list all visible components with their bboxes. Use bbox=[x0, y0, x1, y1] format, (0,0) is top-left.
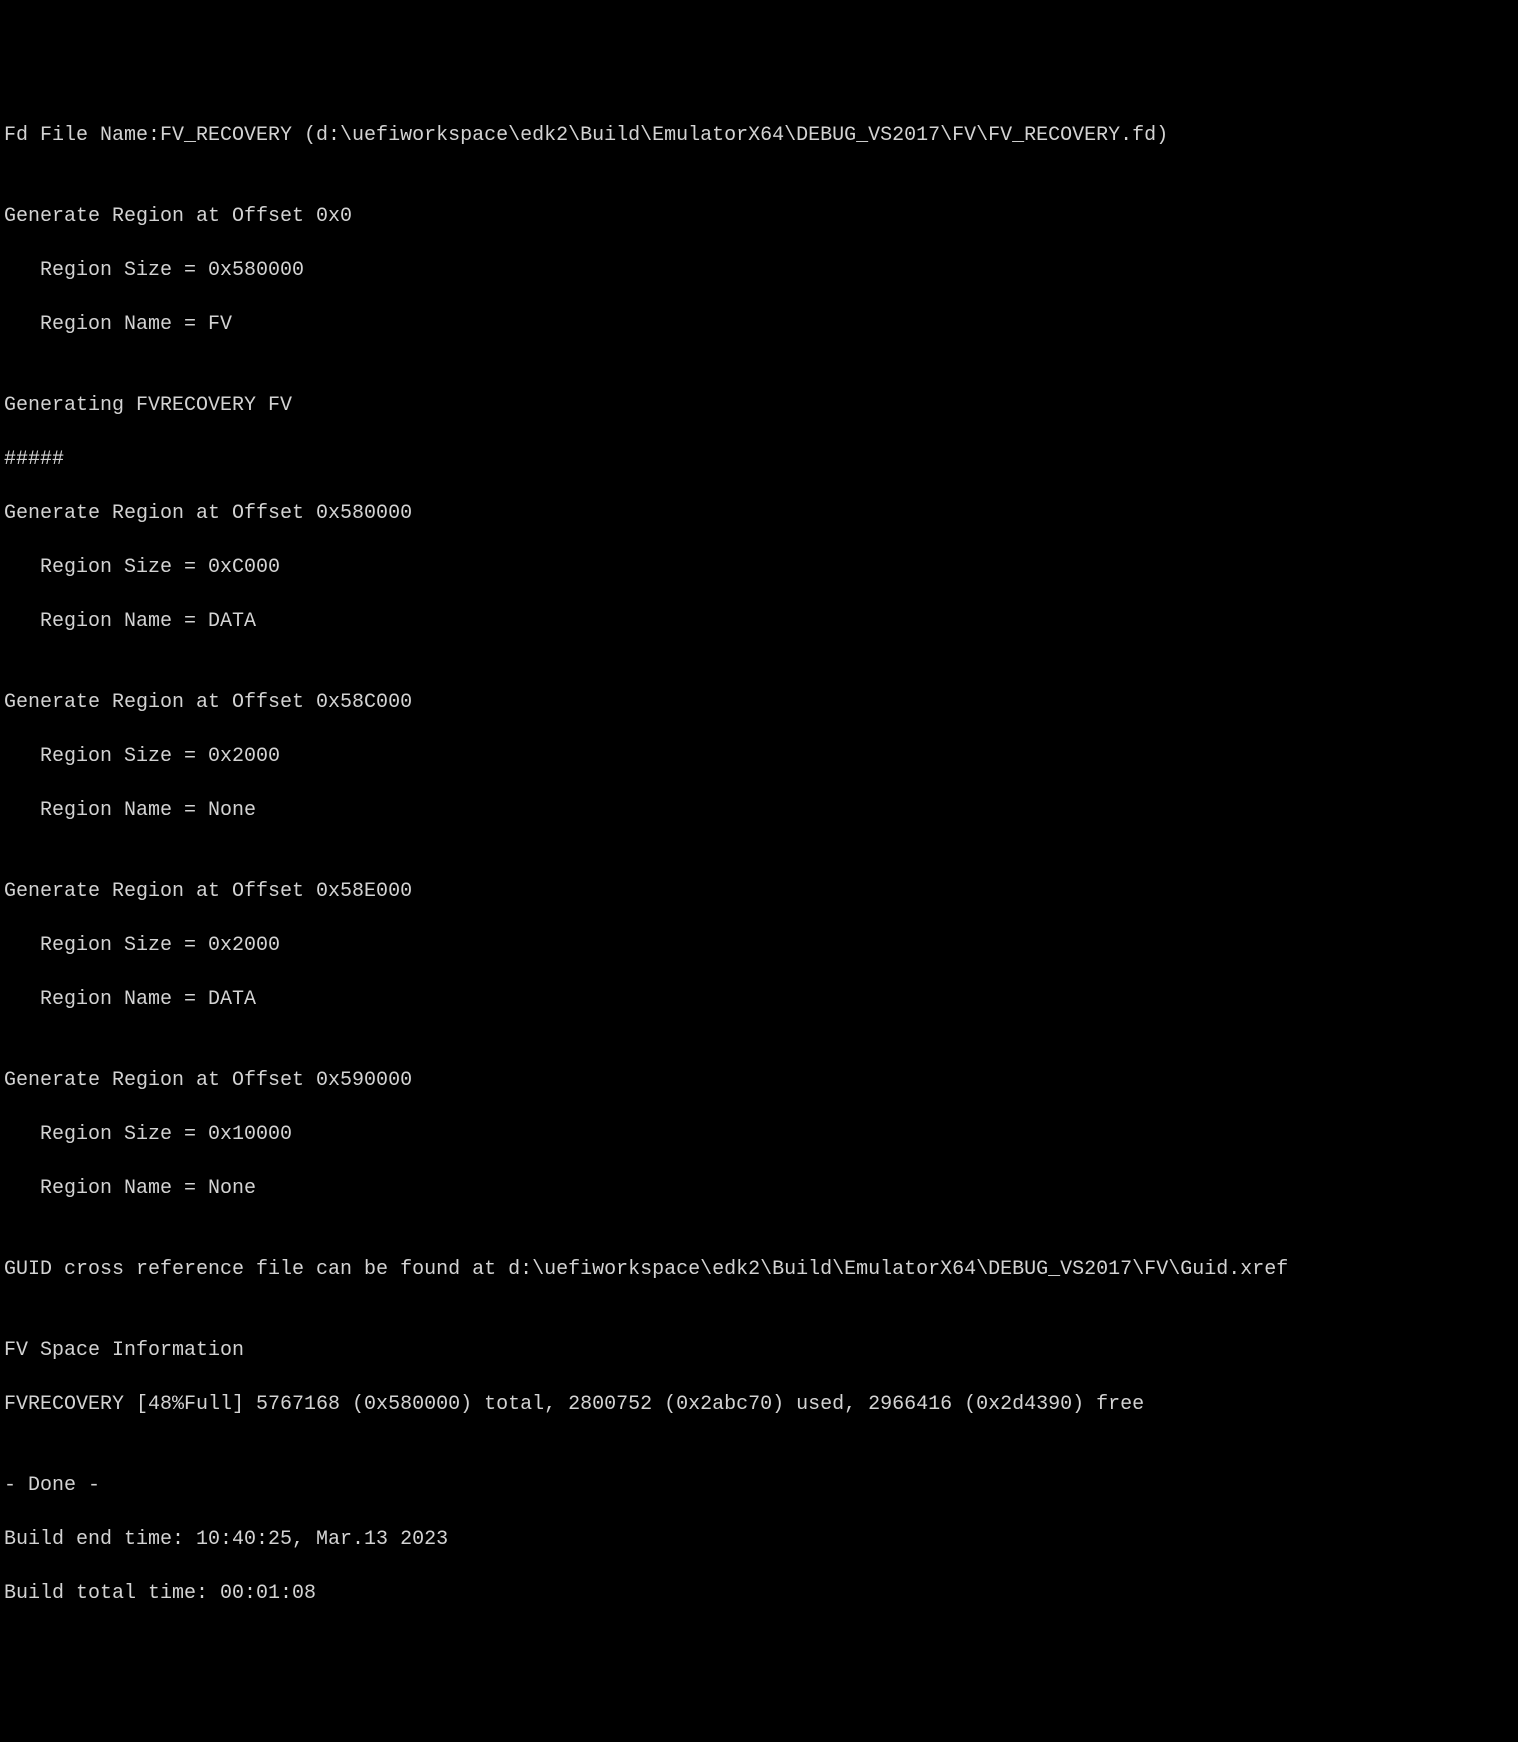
terminal-output-line: ##### bbox=[4, 446, 1514, 473]
terminal-output-line: Generate Region at Offset 0x58E000 bbox=[4, 878, 1514, 905]
terminal-output-line: Build end time: 10:40:25, Mar.13 2023 bbox=[4, 1526, 1514, 1553]
terminal-output-line: Region Size = 0x2000 bbox=[4, 743, 1514, 770]
terminal-output-line: Region Size = 0x580000 bbox=[4, 257, 1514, 284]
terminal-output-line: Generate Region at Offset 0x0 bbox=[4, 203, 1514, 230]
terminal-output-line: Region Name = None bbox=[4, 1175, 1514, 1202]
terminal-output-line: Region Name = DATA bbox=[4, 608, 1514, 635]
terminal-output-line: FVRECOVERY [48%Full] 5767168 (0x580000) … bbox=[4, 1391, 1514, 1418]
terminal-output-line: FV Space Information bbox=[4, 1337, 1514, 1364]
terminal-output-line: - Done - bbox=[4, 1472, 1514, 1499]
terminal-output-line: GUID cross reference file can be found a… bbox=[4, 1256, 1514, 1283]
terminal-output-line: Build total time: 00:01:08 bbox=[4, 1580, 1514, 1607]
terminal-output-line: Region Size = 0x2000 bbox=[4, 932, 1514, 959]
terminal-output-line: Region Name = FV bbox=[4, 311, 1514, 338]
terminal-output-line: Generate Region at Offset 0x580000 bbox=[4, 500, 1514, 527]
terminal-output-line: Generating FVRECOVERY FV bbox=[4, 392, 1514, 419]
terminal-output-line: Fd File Name:FV_RECOVERY (d:\uefiworkspa… bbox=[4, 122, 1514, 149]
terminal-output-line: Region Name = None bbox=[4, 797, 1514, 824]
terminal-output-line: Region Size = 0xC000 bbox=[4, 554, 1514, 581]
terminal-output-line: Generate Region at Offset 0x58C000 bbox=[4, 689, 1514, 716]
terminal-output-line: Generate Region at Offset 0x590000 bbox=[4, 1067, 1514, 1094]
terminal-output-line: Region Name = DATA bbox=[4, 986, 1514, 1013]
terminal-output-line: Region Size = 0x10000 bbox=[4, 1121, 1514, 1148]
